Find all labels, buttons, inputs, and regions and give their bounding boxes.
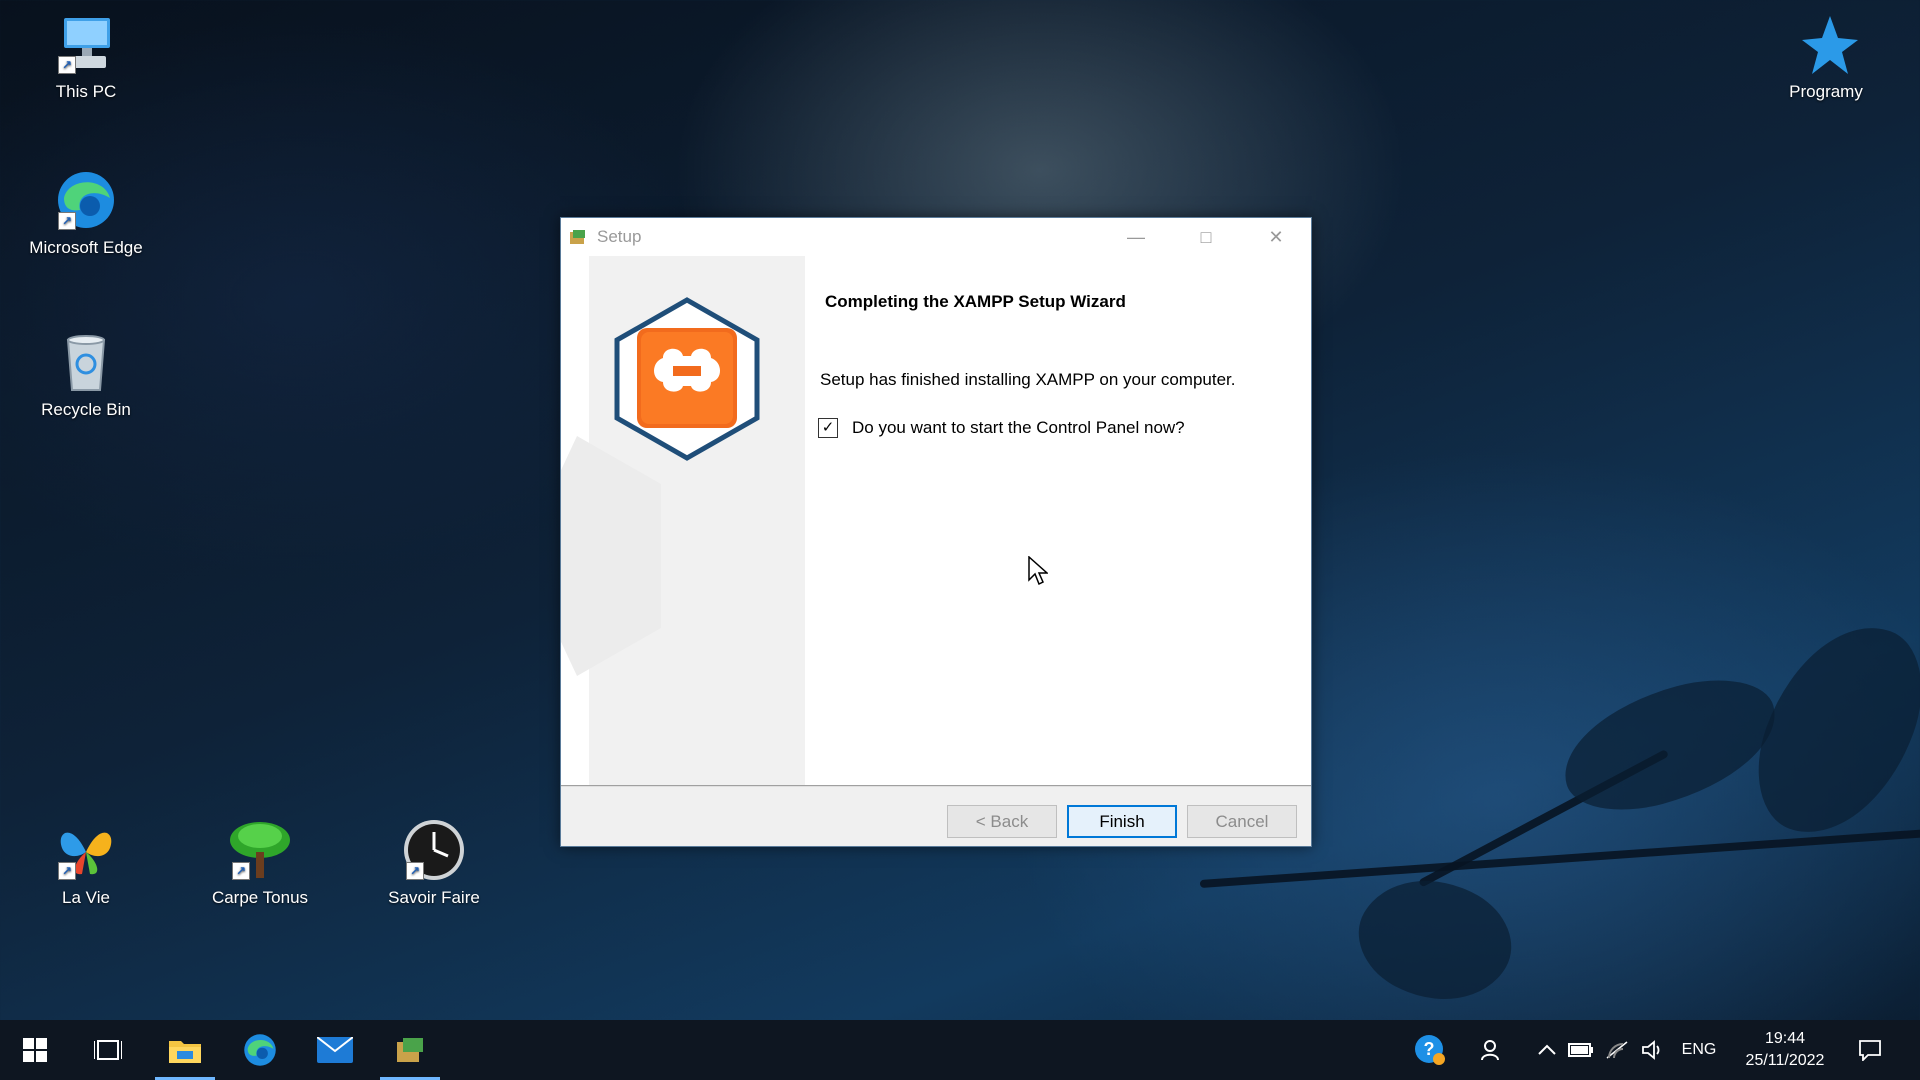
computer-icon: ↗ <box>54 12 118 76</box>
svg-text:?: ? <box>1424 1039 1435 1059</box>
minimize-button[interactable]: — <box>1101 218 1171 256</box>
desktop-icon-label: This PC <box>55 82 117 101</box>
battery-icon <box>1568 1043 1593 1057</box>
maximize-button[interactable]: □ <box>1171 218 1241 256</box>
show-hidden-icons-button[interactable] <box>1532 1020 1562 1080</box>
notification-icon <box>1859 1040 1881 1061</box>
maximize-icon: □ <box>1200 226 1212 247</box>
task-view-icon <box>94 1040 122 1060</box>
network-tray-button[interactable] <box>1602 1020 1632 1080</box>
start-button[interactable] <box>5 1020 65 1080</box>
taskbar-clock[interactable]: 19:44 25/11/2022 <box>1730 1028 1840 1072</box>
chevron-up-icon <box>1538 1044 1556 1055</box>
task-view-button[interactable] <box>78 1020 138 1080</box>
edge-icon <box>244 1034 276 1066</box>
cancel-button[interactable]: Cancel <box>1187 805 1297 838</box>
taskbar-setup[interactable] <box>380 1020 440 1080</box>
desktop-icon-recycle-bin[interactable]: Recycle Bin <box>26 330 146 420</box>
start-control-panel-option[interactable]: ✓ Do you want to start the Control Panel… <box>818 418 1185 438</box>
folder-icon <box>169 1041 201 1063</box>
star-icon <box>1794 12 1858 76</box>
desktop-icon-this-pc[interactable]: ↗ This PC <box>26 12 146 102</box>
taskbar-mail[interactable] <box>305 1020 365 1080</box>
setup-app-icon <box>397 1038 423 1062</box>
edge-icon: ↗ <box>54 168 118 232</box>
start-control-panel-checkbox[interactable]: ✓ <box>818 418 838 438</box>
minimize-icon: — <box>1127 226 1145 247</box>
butterfly-icon: ↗ <box>54 818 118 882</box>
desktop-icon-la-vie[interactable]: ↗ La Vie <box>26 818 146 908</box>
taskbar-edge[interactable] <box>230 1020 290 1080</box>
clock-date: 25/11/2022 <box>1745 1052 1825 1069</box>
wifi-icon <box>1606 1041 1628 1059</box>
help-tray-button[interactable]: ? <box>1410 1020 1450 1080</box>
desktop-icon-label: Microsoft Edge <box>29 238 143 257</box>
clock-icon: ↗ <box>402 818 466 882</box>
wizard-side-panel <box>561 256 805 785</box>
xampp-logo-icon <box>611 296 763 462</box>
desktop-icon-label: Savoir Faire <box>388 888 480 907</box>
tree-icon: ↗ <box>228 818 292 882</box>
back-button[interactable]: < Back <box>947 805 1057 838</box>
desktop-icon-label: Carpe Tonus <box>211 888 309 907</box>
mail-icon <box>317 1037 353 1063</box>
setup-dialog: Setup — □ ✕ Completing the XAMPP Setup W… <box>560 217 1312 847</box>
wizard-heading: Completing the XAMPP Setup Wizard <box>825 292 1126 311</box>
taskbar-file-explorer[interactable] <box>155 1020 215 1080</box>
people-icon <box>1481 1040 1499 1061</box>
desktop-icon-label: La Vie <box>62 888 110 907</box>
desktop-icon-carpe-tonus[interactable]: ↗ Carpe Tonus <box>200 818 320 908</box>
wizard-message: Setup has finished installing XAMPP on y… <box>820 370 1236 389</box>
desktop-icon-label: Recycle Bin <box>41 400 131 419</box>
people-tray-button[interactable] <box>1472 1020 1512 1080</box>
speaker-icon <box>1642 1040 1660 1060</box>
action-center-button[interactable] <box>1852 1020 1888 1080</box>
dialog-titlebar[interactable]: Setup — □ ✕ <box>561 218 1311 256</box>
close-button[interactable]: ✕ <box>1241 218 1311 256</box>
wallpaper-leaf <box>1549 663 1791 827</box>
desktop-icon-microsoft-edge[interactable]: ↗ Microsoft Edge <box>26 168 146 258</box>
battery-tray-button[interactable] <box>1566 1020 1596 1080</box>
finish-button[interactable]: Finish <box>1067 805 1177 838</box>
mouse-cursor-icon <box>1028 555 1049 591</box>
desktop-icon-programy[interactable]: Programy <box>1766 12 1886 102</box>
clock-time: 19:44 <box>1764 1030 1806 1047</box>
dialog-title: Setup <box>597 227 642 246</box>
recycle-bin-icon <box>54 330 118 394</box>
volume-tray-button[interactable] <box>1638 1020 1668 1080</box>
input-language-button[interactable]: ENG <box>1676 1020 1722 1080</box>
desktop-icon-savoir-faire[interactable]: ↗ Savoir Faire <box>374 818 494 908</box>
dialog-footer: < Back Finish Cancel <box>561 787 1311 846</box>
windows-icon <box>23 1038 47 1062</box>
taskbar: ? ENG 19:44 25/11/2022 <box>0 1020 1920 1080</box>
close-icon: ✕ <box>1268 226 1284 247</box>
help-icon: ? <box>1415 1035 1445 1065</box>
setup-app-icon <box>569 229 587 245</box>
desktop-icon-label: Programy <box>1789 82 1863 101</box>
checkbox-label: Do you want to start the Control Panel n… <box>852 418 1185 437</box>
